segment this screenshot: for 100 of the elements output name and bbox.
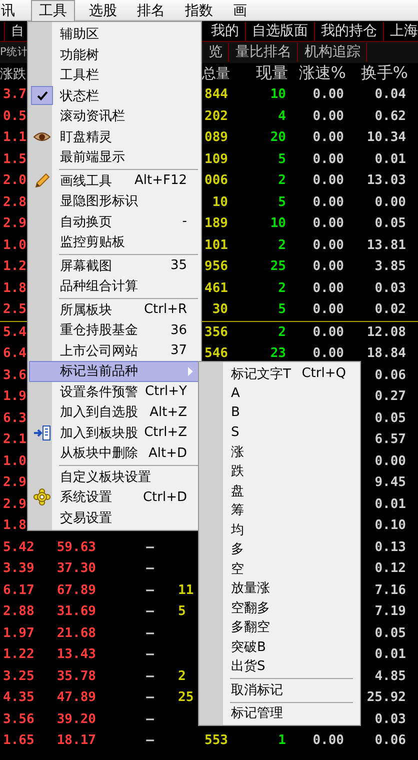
menu-item[interactable]: 跌 [200, 462, 359, 481]
table-cell: — [146, 690, 154, 706]
table-cell: 6.57 [374, 432, 406, 448]
table-cell: 5 [278, 194, 286, 210]
table-cell: 10 [212, 194, 228, 210]
table-cell: 553 [204, 733, 228, 748]
menu-item[interactable]: 突破B [200, 637, 359, 656]
menu-item[interactable]: 指数 [179, 0, 219, 21]
table-cell: 3.39 [3, 561, 34, 576]
menu-item[interactable]: B [200, 403, 359, 422]
table-cell: 5.42 [3, 540, 34, 555]
menu-item[interactable]: 取消标记 [200, 680, 359, 700]
table-cell: — [146, 582, 154, 598]
tab[interactable]: 我的 [205, 22, 246, 40]
submenu-arrow-icon [188, 367, 193, 376]
menu-item[interactable]: 标记管理 [200, 704, 359, 723]
menu-item[interactable]: 所属板块 Ctrl+R [29, 300, 200, 320]
menu-item[interactable]: 标记文字T Ctrl+Q [200, 364, 359, 384]
menu-item[interactable]: 空 [200, 559, 359, 578]
table-cell: 13.03 [366, 173, 406, 188]
table-cell: — [146, 647, 154, 662]
table-cell: 12.08 [366, 324, 406, 340]
menu-item[interactable]: 涨 [200, 442, 359, 462]
table-cell: 2 [278, 238, 286, 253]
menu-item[interactable]: 筹 [200, 500, 359, 520]
menu-item[interactable]: 出货S [200, 656, 359, 676]
menu-item[interactable]: 重仓持股基金 36 [29, 320, 200, 340]
menu-item[interactable]: 盘 [200, 481, 359, 500]
menu-item[interactable]: 标记当前品种 [29, 361, 200, 382]
table-cell: 0.5 [3, 108, 26, 124]
menu-item[interactable]: 功能树 [29, 44, 200, 65]
menu-item[interactable]: 设置条件预警 Ctrl+Y [29, 382, 200, 402]
table-cell: 18.84 [366, 346, 406, 362]
table-cell: 1.1 [3, 130, 26, 146]
column-header[interactable]: 换手% [360, 63, 408, 84]
menu-item[interactable]: 从板块中删除 Alt+D [29, 443, 200, 464]
table-cell: 0.13 [374, 540, 406, 555]
menu-item[interactable]: 画 [227, 0, 253, 21]
tab[interactable]: 览 [206, 43, 230, 62]
column-header[interactable]: 涨跌 [0, 64, 26, 82]
menu-item[interactable]: 放量涨 [200, 578, 359, 598]
menu-item[interactable]: 盯盘精灵 [29, 126, 200, 147]
table-cell: 1.5 [3, 152, 26, 167]
menu-item[interactable]: 自定义板块设置 [29, 466, 200, 487]
menu-item[interactable]: 系统设置 Ctrl+D [29, 487, 200, 508]
menu-item[interactable]: 监控剪贴板 [29, 232, 200, 252]
tab[interactable]: P统计 [0, 43, 28, 62]
table-cell: 2.0 [3, 173, 26, 188]
table-cell: 0.00 [312, 259, 344, 274]
tab[interactable]: 我的持仓 [315, 22, 384, 40]
menu-item[interactable]: 上市公司网站 37 [29, 340, 200, 361]
menu-item[interactable]: 显隐图形标识 [29, 191, 200, 212]
table-cell: 2 [278, 324, 286, 340]
menu-item[interactable]: 空翻多 [200, 598, 359, 618]
menu-item[interactable]: S [200, 422, 359, 442]
tab[interactable]: 量比排名 [229, 43, 298, 62]
menu-item[interactable]: 状态栏 [29, 86, 200, 106]
column-header[interactable]: 总量 [202, 64, 230, 82]
menu-item[interactable]: 自动换页 - [29, 212, 200, 232]
table-cell: 0.00 [312, 108, 344, 124]
menu-item[interactable]: 选股 [83, 0, 123, 21]
table-cell: 1.8 [3, 280, 26, 296]
table-cell: 1.97 [3, 626, 34, 641]
menu-item[interactable]: 交易设置 [29, 508, 200, 528]
menu-item[interactable]: 加入到板块股 Ctrl+Z [29, 422, 200, 443]
tab[interactable]: 机构追踪 [298, 43, 368, 62]
menu-item[interactable]: 加入到自选股 Alt+Z [29, 402, 200, 422]
table-cell: 67.89 [56, 582, 96, 598]
menu-item[interactable]: 屏幕截图 35 [29, 256, 200, 276]
menu-item[interactable]: 讯 [0, 0, 21, 21]
menu-item[interactable]: 工具 [31, 0, 75, 21]
tab[interactable]: 自选版面 [246, 22, 315, 40]
menu-item[interactable]: A [200, 384, 359, 403]
menu-item[interactable]: 滚动资讯栏 [29, 106, 200, 126]
column-header[interactable]: 现量 [256, 63, 288, 84]
table-cell: — [146, 712, 154, 727]
table-cell: 0.04 [374, 87, 406, 102]
menu-item[interactable]: 排名 [131, 0, 171, 21]
table-cell: — [146, 733, 154, 748]
table-cell: 109 [204, 152, 228, 167]
menu-item[interactable]: 均 [200, 520, 359, 540]
table-cell: 0.00 [374, 454, 406, 469]
menu-item[interactable]: 多翻空 [200, 618, 359, 637]
menu-item[interactable]: 品种组合计算 [29, 276, 200, 296]
table-cell: 13.81 [366, 238, 406, 253]
table-cell: 2.5 [3, 302, 26, 318]
table-cell: 4 [278, 108, 286, 124]
table-cell: 6.4 [3, 346, 26, 362]
menu-item[interactable]: 辅助区 [29, 24, 200, 44]
menu-item[interactable]: 最前端显示 [29, 147, 200, 168]
tab[interactable]: 上海 [384, 22, 418, 40]
table-cell: 3.6 [3, 368, 26, 383]
table-cell: 11 [178, 582, 194, 598]
column-header[interactable]: 涨速% [298, 63, 346, 84]
menu-item[interactable]: 工具栏 [29, 65, 200, 86]
table-cell: 13.43 [56, 647, 96, 662]
gear-icon [33, 488, 51, 506]
menu-item[interactable]: 多 [200, 540, 359, 559]
table-cell: — [146, 561, 154, 576]
menu-item[interactable]: 画线工具 Alt+F12 [29, 170, 200, 191]
